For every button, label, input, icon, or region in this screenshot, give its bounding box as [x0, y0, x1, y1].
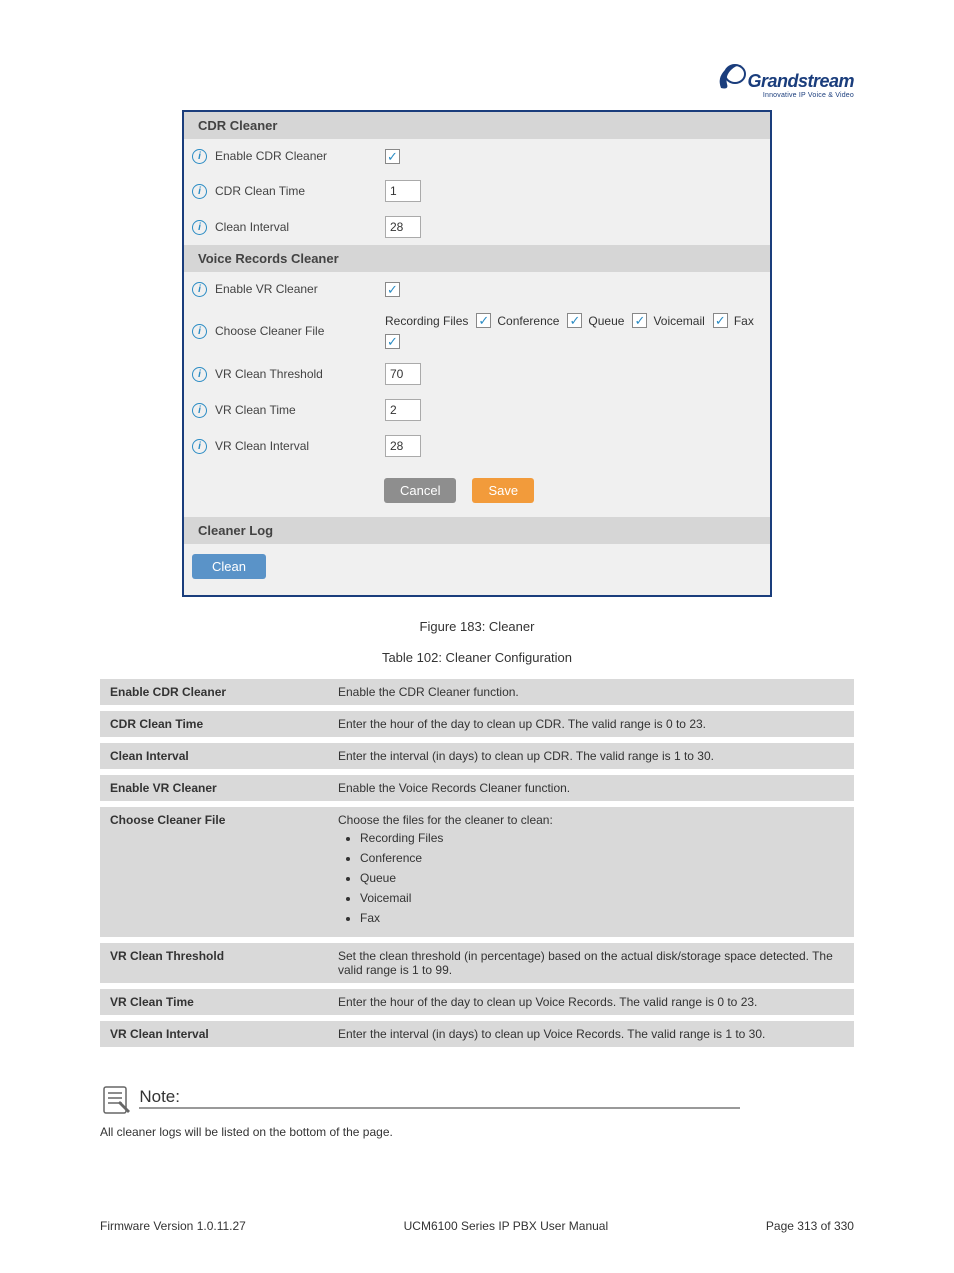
table-row: Enable CDR CleanerEnable the CDR Cleaner… — [100, 679, 854, 705]
spec-key: VR Clean Time — [100, 989, 328, 1015]
row-vr-clean-threshold: i VR Clean Threshold — [184, 356, 770, 392]
vr-cleaner-header: Voice Records Cleaner — [184, 245, 770, 272]
table-row: Choose Cleaner File Choose the files for… — [100, 807, 854, 937]
row-vr-clean-interval: i VR Clean Interval — [184, 428, 770, 464]
filetype-recording-files: Recording Files — [385, 314, 468, 328]
figure-caption: Figure 183: Cleaner — [0, 619, 954, 634]
info-icon[interactable]: i — [192, 149, 207, 164]
list-item: Conference — [360, 851, 844, 865]
info-icon[interactable]: i — [192, 220, 207, 235]
filetype-voicemail: Voicemail — [653, 314, 704, 328]
label-vr-clean-time: VR Clean Time — [215, 403, 385, 417]
spec-key: Enable VR Cleaner — [100, 775, 328, 801]
spec-key: CDR Clean Time — [100, 711, 328, 737]
info-icon[interactable]: i — [192, 367, 207, 382]
checkbox-conference[interactable]: ✓ — [567, 313, 582, 328]
spec-intro: Choose the files for the cleaner to clea… — [338, 813, 553, 827]
checkbox-queue[interactable]: ✓ — [632, 313, 647, 328]
checkbox-enable-cdr-cleaner[interactable]: ✓ — [385, 149, 400, 164]
list-item: Queue — [360, 871, 844, 885]
table-row: VR Clean ThresholdSet the clean threshol… — [100, 943, 854, 983]
label-cdr-clean-interval: Clean Interval — [215, 220, 385, 234]
checkbox-fax[interactable]: ✓ — [385, 334, 400, 349]
checkbox-recording-files[interactable]: ✓ — [476, 313, 491, 328]
spec-val: Enable the Voice Records Cleaner functio… — [328, 775, 854, 801]
label-choose-cleaner-file: Choose Cleaner File — [215, 324, 385, 338]
button-row: Cancel Save — [184, 464, 770, 517]
label-vr-clean-interval: VR Clean Interval — [215, 439, 385, 453]
footer-center: UCM6100 Series IP PBX User Manual — [404, 1219, 609, 1233]
note-body: All cleaner logs will be listed on the b… — [100, 1125, 854, 1139]
cancel-button[interactable]: Cancel — [384, 478, 456, 503]
brand-logo: Grandstream Innovative IP Voice & Video — [717, 60, 854, 99]
note-icon — [100, 1081, 136, 1117]
page-footer: Firmware Version 1.0.11.27 UCM6100 Serie… — [100, 1219, 854, 1233]
row-cdr-clean-time: i CDR Clean Time — [184, 173, 770, 209]
note-block: Note: All cleaner logs will be listed on… — [100, 1081, 854, 1139]
clean-button-row: Clean — [184, 544, 770, 595]
table-row: CDR Clean TimeEnter the hour of the day … — [100, 711, 854, 737]
input-vr-clean-interval[interactable] — [385, 435, 421, 457]
row-enable-vr-cleaner: i Enable VR Cleaner ✓ — [184, 272, 770, 306]
info-icon[interactable]: i — [192, 439, 207, 454]
input-cdr-clean-time[interactable] — [385, 180, 421, 202]
spec-val: Enter the interval (in days) to clean up… — [328, 1021, 854, 1047]
filetype-fax: Fax — [734, 314, 754, 328]
spec-val: Enable the CDR Cleaner function. — [328, 679, 854, 705]
clean-button[interactable]: Clean — [192, 554, 266, 579]
cdr-cleaner-header: CDR Cleaner — [184, 112, 770, 139]
note-title: Note: — [139, 1087, 740, 1109]
spec-val: Enter the interval (in days) to clean up… — [328, 743, 854, 769]
spec-table: Enable CDR CleanerEnable the CDR Cleaner… — [100, 673, 854, 1053]
input-vr-clean-threshold[interactable] — [385, 363, 421, 385]
spec-val: Enter the hour of the day to clean up CD… — [328, 711, 854, 737]
row-cdr-clean-interval: i Clean Interval — [184, 209, 770, 245]
spec-key: Clean Interval — [100, 743, 328, 769]
spec-val: Set the clean threshold (in percentage) … — [328, 943, 854, 983]
brand-tagline: Innovative IP Voice & Video — [717, 92, 854, 99]
list-item: Recording Files — [360, 831, 844, 845]
footer-right: Page 313 of 330 — [766, 1219, 854, 1233]
cleaner-log-header: Cleaner Log — [184, 517, 770, 544]
table-row: Clean IntervalEnter the interval (in day… — [100, 743, 854, 769]
spec-key: Enable CDR Cleaner — [100, 679, 328, 705]
footer-left: Firmware Version 1.0.11.27 — [100, 1219, 246, 1233]
label-vr-clean-threshold: VR Clean Threshold — [215, 367, 385, 381]
table-row: VR Clean TimeEnter the hour of the day t… — [100, 989, 854, 1015]
row-choose-cleaner-file: i Choose Cleaner File Recording Files ✓ … — [184, 306, 770, 356]
info-icon[interactable]: i — [192, 324, 207, 339]
brand-name: Grandstream — [747, 71, 854, 91]
brand-logo-area: Grandstream Innovative IP Voice & Video — [0, 60, 954, 100]
label-cdr-clean-time: CDR Clean Time — [215, 184, 385, 198]
checkbox-enable-vr-cleaner[interactable]: ✓ — [385, 282, 400, 297]
save-button[interactable]: Save — [472, 478, 534, 503]
row-vr-clean-time: i VR Clean Time — [184, 392, 770, 428]
label-enable-vr-cleaner: Enable VR Cleaner — [215, 282, 385, 296]
spec-key: VR Clean Threshold — [100, 943, 328, 983]
note-header: Note: — [100, 1081, 854, 1117]
spec-key: VR Clean Interval — [100, 1021, 328, 1047]
spec-val: Enter the hour of the day to clean up Vo… — [328, 989, 854, 1015]
list-item: Voicemail — [360, 891, 844, 905]
info-icon[interactable]: i — [192, 282, 207, 297]
row-enable-cdr-cleaner: i Enable CDR Cleaner ✓ — [184, 139, 770, 173]
input-cdr-clean-interval[interactable] — [385, 216, 421, 238]
checkbox-voicemail[interactable]: ✓ — [713, 313, 728, 328]
table-caption: Table 102: Cleaner Configuration — [0, 650, 954, 665]
filetype-queue: Queue — [588, 314, 624, 328]
label-enable-cdr-cleaner: Enable CDR Cleaner — [215, 149, 385, 163]
spec-key: Choose Cleaner File — [100, 807, 328, 937]
input-vr-clean-time[interactable] — [385, 399, 421, 421]
filetype-conference: Conference — [497, 314, 559, 328]
info-icon[interactable]: i — [192, 184, 207, 199]
list-item: Fax — [360, 911, 844, 925]
grandstream-mark-icon — [717, 60, 747, 92]
info-icon[interactable]: i — [192, 403, 207, 418]
table-row: VR Clean IntervalEnter the interval (in … — [100, 1021, 854, 1047]
cleaner-panel: CDR Cleaner i Enable CDR Cleaner ✓ i CDR… — [182, 110, 772, 597]
table-row: Enable VR CleanerEnable the Voice Record… — [100, 775, 854, 801]
spec-val: Choose the files for the cleaner to clea… — [328, 807, 854, 937]
